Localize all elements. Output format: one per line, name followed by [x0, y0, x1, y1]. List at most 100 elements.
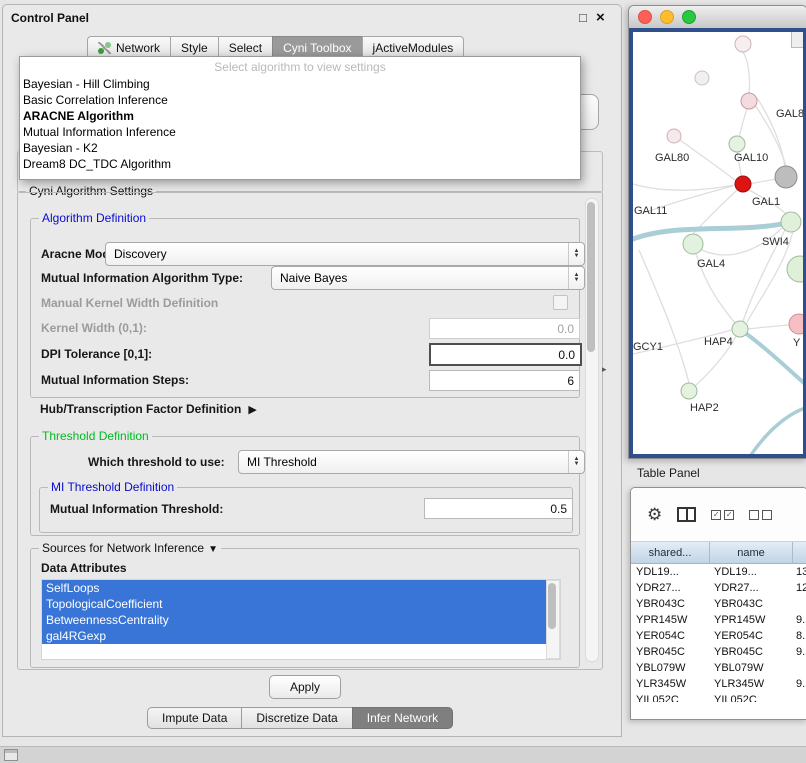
mi-type-label: Mutual Information Algorithm Type:	[41, 271, 243, 285]
table-header: shared... name	[631, 542, 806, 564]
apply-button[interactable]: Apply	[269, 675, 341, 699]
network-window-titlebar	[629, 6, 806, 29]
gear-icon[interactable]: ⚙	[647, 506, 662, 523]
stepper-icon: ▲▼	[568, 243, 584, 265]
dropdown-option[interactable]: ARACNE Algorithm	[20, 108, 580, 124]
select-all-icon[interactable]: ✓ ✓	[711, 510, 734, 520]
mi-threshold-label: Mutual Information Threshold:	[50, 502, 223, 516]
threshold-definition-group: Threshold Definition Which threshold to …	[30, 436, 580, 536]
mi-threshold-group-title: MI Threshold Definition	[48, 480, 177, 494]
control-panel-window: Control Panel □ × Network Style Select C…	[2, 4, 622, 737]
attribute-item[interactable]: gal4RGexp	[42, 628, 551, 644]
stepper-icon: ▲▼	[568, 267, 584, 289]
attribute-item[interactable]: TopologicalCoefficient	[42, 596, 551, 612]
control-panel-titlebar: Control Panel □ ×	[3, 5, 621, 31]
sources-group-title[interactable]: Sources for Network Inference▼	[39, 541, 221, 555]
node-label: GAL80	[655, 152, 689, 164]
kernel-width-field: 0.0	[429, 318, 580, 339]
node-label: HAP2	[690, 402, 719, 414]
dpi-tolerance-field[interactable]: 0.0	[429, 343, 582, 366]
attribute-item[interactable]: BetweennessCentrality	[42, 612, 551, 628]
node-label: GAL11	[634, 205, 667, 217]
table-row[interactable]: YBR045C YBR045C 9.	[631, 644, 806, 660]
threshold-definition-title: Threshold Definition	[39, 429, 152, 443]
cyni-algorithm-settings-group: Cyni Algorithm Settings Algorithm Defini…	[17, 191, 603, 670]
show-columns-icon[interactable]	[677, 507, 696, 522]
algorithm-dropdown-popup: Select algorithm to view settings Bayesi…	[19, 56, 581, 180]
table-row[interactable]: YER054C YER054C 8.	[631, 628, 806, 644]
table-panel-window: ⚙ ✓ ✓ shared... name YDL19... YDL19... 1…	[630, 487, 806, 720]
table-row[interactable]: YDR27... YDR27... 12	[631, 580, 806, 596]
column-header[interactable]: name	[710, 542, 793, 563]
which-threshold-select[interactable]: MI Threshold ▲▼	[238, 450, 585, 474]
settings-scrollbar-thumb[interactable]	[587, 202, 595, 352]
dropdown-option[interactable]: Mutual Information Inference	[20, 124, 580, 140]
node-label: GAL1	[752, 196, 780, 208]
algorithm-definition-group: Algorithm Definition Aracne Mode: Discov…	[30, 218, 580, 398]
expand-right-icon: ▶	[248, 404, 256, 416]
node-label: GAL4	[697, 258, 725, 270]
settings-scrollbar[interactable]	[585, 198, 599, 662]
minimize-traffic-light[interactable]	[660, 10, 674, 24]
node-labels: GAL8 GAL80 GAL10 GAL11 GAL1 SWI4 GAL4 GC…	[633, 32, 803, 454]
attribute-item[interactable]: SelfLoops	[42, 580, 551, 596]
dropdown-option[interactable]: Dream8 DC_TDC Algorithm	[20, 156, 580, 172]
canvas-scrollbar[interactable]	[791, 32, 803, 48]
zoom-traffic-light[interactable]	[682, 10, 696, 24]
mi-steps-field[interactable]: 6	[429, 370, 580, 391]
collapse-down-icon: ▼	[208, 544, 218, 555]
splitter-arrow-icon[interactable]: ▸	[602, 364, 607, 375]
table-body: YDL19... YDL19... 13 YDR27... YDR27... 1…	[631, 564, 806, 702]
close-traffic-light[interactable]	[638, 10, 652, 24]
manual-kernel-label: Manual Kernel Width Definition	[41, 296, 218, 310]
manual-kernel-checkbox[interactable]	[553, 295, 568, 310]
node-label: GCY1	[633, 341, 663, 353]
bottom-tabs: Impute Data Discretize Data Infer Networ…	[147, 707, 453, 729]
float-window-icon[interactable]: □	[579, 10, 587, 25]
network-view-window: GAL8 GAL80 GAL10 GAL11 GAL1 SWI4 GAL4 GC…	[628, 5, 806, 459]
table-row[interactable]: YBR043C YBR043C	[631, 596, 806, 612]
dropdown-option[interactable]: Basic Correlation Inference	[20, 92, 580, 108]
column-header[interactable]	[793, 542, 806, 563]
stepper-icon: ▲▼	[568, 451, 584, 473]
aracne-mode-select[interactable]: Discovery ▲▼	[105, 242, 585, 266]
algorithm-definition-title: Algorithm Definition	[39, 211, 149, 225]
mi-threshold-group: MI Threshold Definition Mutual Informati…	[39, 487, 573, 533]
dpi-tolerance-label: DPI Tolerance [0,1]:	[41, 347, 152, 361]
bottom-status-bar	[0, 746, 806, 763]
bottom-tab[interactable]: Infer Network	[352, 707, 453, 729]
table-row[interactable]: YDL19... YDL19... 13	[631, 564, 806, 580]
deselect-all-icon[interactable]	[749, 510, 772, 520]
bottom-tab[interactable]: Discretize Data	[241, 707, 351, 729]
mi-type-select[interactable]: Naive Bayes ▲▼	[271, 266, 585, 290]
network-icon	[98, 42, 111, 54]
dropdown-option[interactable]: Bayesian - Hill Climbing	[20, 76, 580, 92]
table-panel-title: Table Panel	[637, 466, 700, 480]
dropdown-option[interactable]: Bayesian - K2	[20, 140, 580, 156]
table-row[interactable]: YBL079W YBL079W	[631, 660, 806, 676]
sources-group: Sources for Network Inference▼ Data Attr…	[30, 548, 580, 668]
restore-window-icon[interactable]	[4, 749, 18, 761]
close-icon[interactable]: ×	[596, 9, 605, 26]
hub-definition-toggle[interactable]: Hub/Transcription Factor Definition▶	[40, 402, 257, 416]
node-label: GAL10	[734, 152, 768, 164]
table-row[interactable]: YIL052C YIL052C	[631, 692, 806, 702]
kernel-width-label: Kernel Width (0,1):	[41, 321, 147, 335]
table-row[interactable]: YPR145W YPR145W 9.	[631, 612, 806, 628]
dropdown-options: Bayesian - Hill Climbing Basic Correlati…	[20, 76, 580, 172]
panel-title: Control Panel	[11, 11, 89, 25]
data-attributes-list: SelfLoops TopologicalCoefficient Between…	[41, 579, 561, 660]
node-label: GAL8	[776, 108, 804, 120]
list-scrollbar[interactable]	[546, 580, 560, 659]
mi-threshold-field[interactable]: 0.5	[424, 498, 573, 519]
bottom-tab[interactable]: Impute Data	[147, 707, 241, 729]
node-label: HAP4	[704, 336, 733, 348]
attribute-items: SelfLoops TopologicalCoefficient Between…	[42, 580, 560, 644]
column-header[interactable]: shared...	[631, 542, 710, 563]
which-threshold-label: Which threshold to use:	[88, 455, 225, 469]
list-scrollbar-thumb[interactable]	[548, 583, 556, 629]
network-canvas[interactable]: GAL8 GAL80 GAL10 GAL11 GAL1 SWI4 GAL4 GC…	[629, 28, 806, 458]
node-label: Y	[793, 337, 800, 349]
table-row[interactable]: YLR345W YLR345W 9.	[631, 676, 806, 692]
node-label: SWI4	[762, 236, 789, 248]
